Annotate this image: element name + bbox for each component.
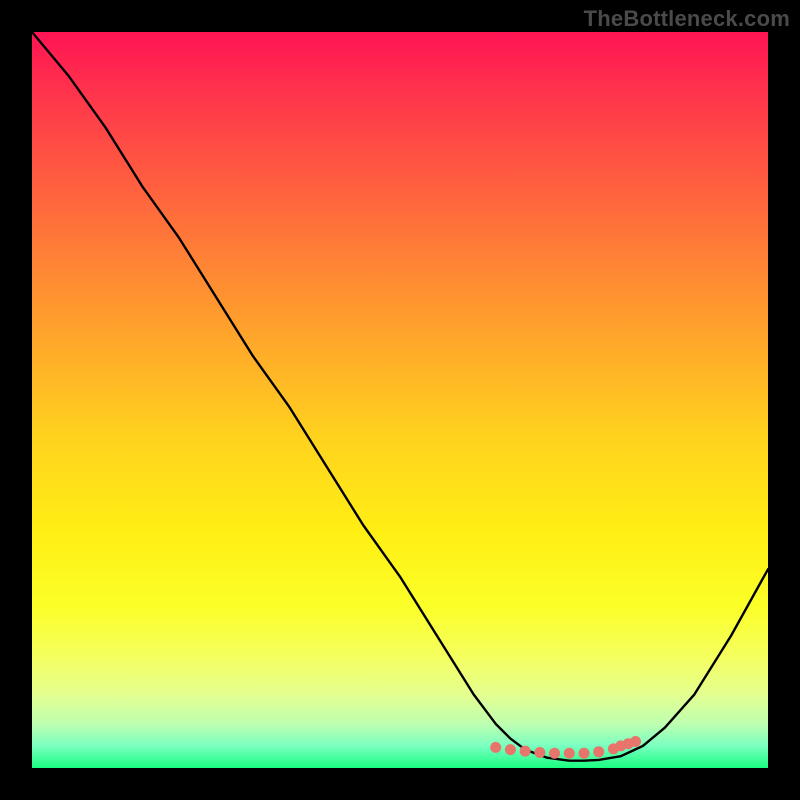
optimal-marker (564, 748, 575, 759)
optimal-marker (579, 748, 590, 759)
chart-svg (32, 32, 768, 768)
optimal-marker (505, 744, 516, 755)
watermark-text: TheBottleneck.com (584, 6, 790, 32)
plot-area (32, 32, 768, 768)
optimal-marker (490, 742, 501, 753)
bottleneck-curve (32, 32, 768, 761)
optimal-marker (520, 746, 531, 757)
optimal-marker (630, 736, 641, 747)
optimal-marker (549, 748, 560, 759)
optimal-marker (593, 746, 604, 757)
optimal-marker (534, 747, 545, 758)
chart-stage: TheBottleneck.com (0, 0, 800, 800)
